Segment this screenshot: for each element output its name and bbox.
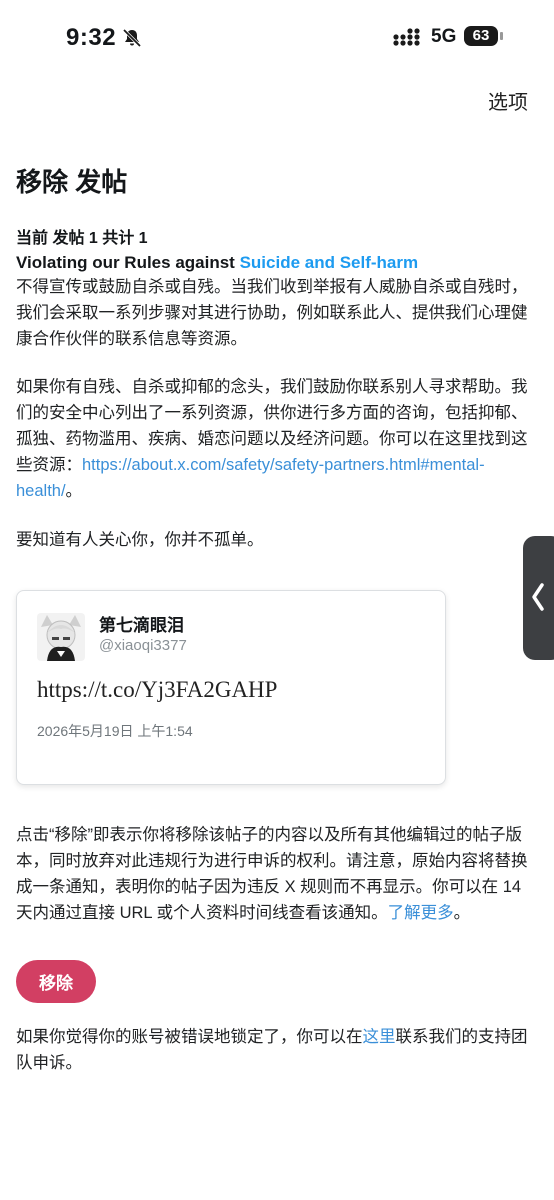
- help-suffix: 。: [65, 482, 83, 500]
- appeal-link[interactable]: 这里: [363, 1028, 396, 1046]
- bell-muted-icon: [122, 28, 142, 48]
- appeal-text: 如果你觉得你的账号被错误地锁定了，你可以在这里联系我们的支持团队申诉。: [16, 1024, 528, 1076]
- care-text: 要知道有人关心你，你并不孤单。: [16, 531, 264, 549]
- violation-count: 当前 发帖 1 共计 1: [16, 230, 148, 247]
- post-timestamp: 2026年5月19日 上午1:54: [37, 723, 193, 739]
- help-resources-link[interactable]: https://about.x.com/safety/safety-partne…: [16, 456, 485, 500]
- help-paragraph: 如果你有自残、自杀或抑郁的念头，我们鼓励你联系别人寻求帮助。我们的安全中心列出了…: [16, 374, 528, 504]
- status-bar: 9:32 5G 63: [0, 0, 554, 74]
- signal-icon: [393, 28, 420, 46]
- appeal-prefix: 如果你觉得你的账号被错误地锁定了，你可以在: [16, 1028, 363, 1046]
- learn-more-link[interactable]: 了解更多: [388, 904, 454, 922]
- options-button[interactable]: 选项: [488, 86, 528, 115]
- notice-suffix: 。: [453, 904, 471, 922]
- page-title: 移除 发帖: [16, 167, 128, 197]
- violated-rule: Violating our Rules against Suicide and …: [16, 253, 418, 273]
- chevron-left-icon: [532, 583, 544, 611]
- battery-level: 63: [472, 27, 490, 44]
- post-content-link[interactable]: https://t.co/Yj3FA2GAHP: [37, 677, 277, 703]
- post-author-handle: @xiaoqi3377: [99, 637, 187, 654]
- rule-link[interactable]: Suicide and Self-harm: [240, 253, 419, 272]
- rule-description: 不得宣传或鼓励自杀或自残。当我们收到举报有人威胁自杀或自残时，我们会采取一系列步…: [16, 278, 528, 348]
- remove-button[interactable]: 移除: [16, 960, 96, 1003]
- battery-icon: 63: [464, 26, 504, 48]
- removal-notice: 点击“移除”即表示你将移除该帖子的内容以及所有其他编辑过的帖子版本，同时放弃对此…: [16, 822, 528, 926]
- post-author-name: 第七滴眼泪: [99, 616, 184, 635]
- avatar: [37, 613, 85, 661]
- post-card[interactable]: 第七滴眼泪 @xiaoqi3377 https://t.co/Yj3FA2GAH…: [16, 590, 446, 785]
- status-time: 9:32: [66, 24, 117, 51]
- network-type: 5G: [431, 26, 457, 47]
- rule-prefix: Violating our Rules against: [16, 253, 235, 272]
- side-panel-handle[interactable]: [523, 536, 554, 660]
